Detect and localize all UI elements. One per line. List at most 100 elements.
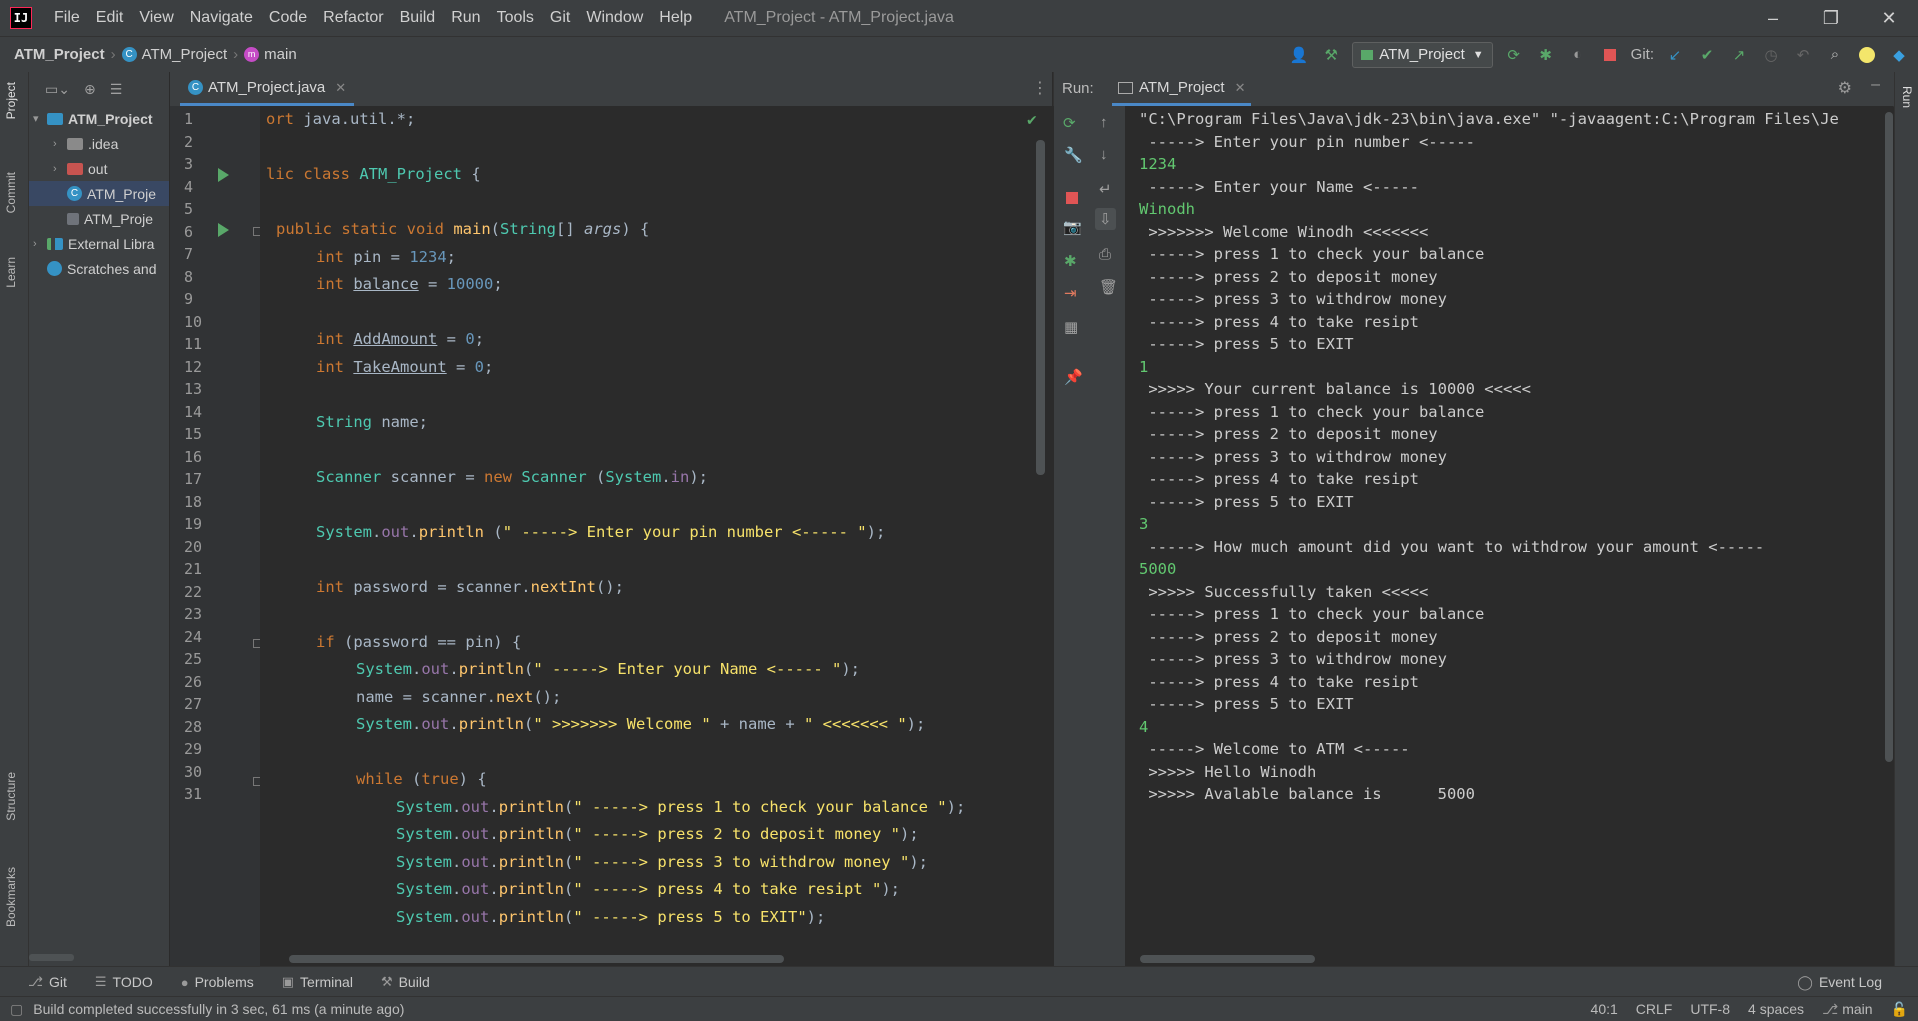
tool-tab-commit[interactable]: Commit <box>4 172 18 213</box>
run-tab[interactable]: ATM_Project ✕ <box>1112 72 1252 106</box>
event-log-button[interactable]: ◯ Event Log <box>1797 967 1882 997</box>
breadcrumb-file[interactable]: ATM_Project <box>142 46 228 63</box>
tree-item[interactable]: › out <box>29 156 169 181</box>
indent-setting[interactable]: 4 spaces <box>1748 1001 1804 1017</box>
tool-button-terminal[interactable]: ▣ Terminal <box>282 974 353 990</box>
code-editor[interactable]: ort java.util.*; lic class ATM_Project {… <box>260 106 1052 966</box>
no-problems-check-icon[interactable]: ✔ <box>1026 112 1038 129</box>
run-gutter-icon[interactable] <box>218 168 229 182</box>
chevron-right-icon[interactable]: › <box>53 163 67 175</box>
stop-icon[interactable] <box>1066 192 1078 204</box>
run-configuration-select[interactable]: ATM_Project ▼ <box>1352 41 1493 68</box>
rerun-icon[interactable]: ⟳ <box>1503 44 1525 66</box>
git-branch-widget[interactable]: ⎇ main <box>1822 1001 1873 1018</box>
restore-button[interactable]: ❐ <box>1802 0 1860 36</box>
scroll-to-end-icon[interactable]: ⇩ <box>1095 208 1116 230</box>
tool-tab-project[interactable]: Project <box>4 82 18 119</box>
debug-bug-icon[interactable]: ✱ <box>1064 252 1077 270</box>
trash-icon[interactable]: 🗑 <box>1099 278 1118 296</box>
git-update-icon[interactable]: ↙ <box>1664 44 1686 66</box>
run-gutter-icon[interactable] <box>218 223 229 237</box>
layout-icon[interactable]: ▦ <box>1064 318 1078 336</box>
search-icon[interactable]: ⌕ <box>1824 44 1846 66</box>
debug-icon[interactable]: ✱ <box>1535 44 1557 66</box>
menu-navigate[interactable]: Navigate <box>182 9 261 27</box>
menu-file[interactable]: File <box>46 9 88 27</box>
editor-tab-bar: C ATM_Project.java ✕ ⋮ <box>170 72 1052 107</box>
editor-vscrollbar[interactable] <box>1036 140 1045 475</box>
tool-tab-learn[interactable]: Learn <box>4 257 18 288</box>
project-hscrollbar[interactable] <box>29 954 74 961</box>
menu-build[interactable]: Build <box>392 9 444 27</box>
stop-icon[interactable] <box>1599 44 1621 66</box>
chevron-down-icon[interactable]: ▾ <box>33 112 47 125</box>
editor-hscrollbar[interactable] <box>289 955 784 963</box>
close-tab-icon[interactable]: ✕ <box>335 80 346 96</box>
git-push-icon[interactable]: ↗ <box>1728 44 1750 66</box>
line-separator[interactable]: CRLF <box>1636 1001 1673 1017</box>
close-window-button[interactable]: ✕ <box>1860 0 1918 36</box>
tool-button-problems[interactable]: ● Problems <box>181 974 254 990</box>
rollback-icon[interactable]: ↶ <box>1792 44 1814 66</box>
wrench-icon[interactable]: 🔧 <box>1064 146 1083 164</box>
tree-item[interactable]: › External Libra <box>29 231 169 256</box>
camera-icon[interactable]: 📷 <box>1063 218 1082 236</box>
status-message[interactable]: Build completed successfully in 3 sec, 6… <box>33 1001 404 1017</box>
more-options-icon[interactable]: ⋮ <box>1032 78 1048 98</box>
console-hscrollbar[interactable] <box>1140 955 1315 963</box>
rerun-icon[interactable]: ⟳ <box>1063 114 1076 132</box>
arrow-up-icon[interactable]: ↑ <box>1100 114 1108 131</box>
tool-tab-bookmarks[interactable]: Bookmarks <box>4 867 18 927</box>
tree-item[interactable]: ATM_Proje <box>29 206 169 231</box>
caret-position[interactable]: 40:1 <box>1591 1001 1618 1017</box>
soft-wrap-icon[interactable]: ↵ <box>1099 180 1112 198</box>
arrow-down-icon[interactable]: ↓ <box>1100 146 1108 163</box>
breadcrumb-method[interactable]: main <box>264 46 297 63</box>
toolbox-icon[interactable]: ◆ <box>1888 44 1910 66</box>
tree-item[interactable]: ▾ ATM_Project <box>29 106 169 131</box>
view-selector-icon[interactable]: ▭⌄ <box>45 81 70 98</box>
settings-gear-icon[interactable]: ⚙ <box>1838 78 1852 98</box>
chevron-right-icon[interactable]: › <box>53 138 67 150</box>
breadcrumb-project[interactable]: ATM_Project <box>14 46 105 63</box>
menu-tools[interactable]: Tools <box>489 9 542 27</box>
minimize-button[interactable]: – <box>1744 0 1802 36</box>
tool-button-build[interactable]: ⚒ Build <box>381 974 430 990</box>
run-toolbar-primary: ⟳ 🔧 📷 ✱ ⇥ ▦ 📌 <box>1053 106 1090 966</box>
tool-button-todo[interactable]: ☰ TODO <box>95 974 153 990</box>
user-icon[interactable]: 👤 <box>1288 44 1310 66</box>
menu-refactor[interactable]: Refactor <box>315 9 391 27</box>
close-tab-icon[interactable]: ✕ <box>1235 80 1246 96</box>
lock-icon[interactable]: 🔓 <box>1891 1001 1908 1018</box>
status-toggle-icon[interactable]: ▢ <box>10 1001 23 1018</box>
tree-item[interactable]: Scratches and <box>29 256 169 281</box>
chevron-right-icon[interactable]: › <box>33 238 47 250</box>
tree-item[interactable]: › .idea <box>29 131 169 156</box>
tool-tab-run[interactable]: Run <box>1900 86 1914 108</box>
history-icon[interactable]: ◷ <box>1760 44 1782 66</box>
build-hammer-icon[interactable]: ⚒ <box>1320 44 1342 66</box>
tree-item[interactable]: C ATM_Proje <box>29 181 169 206</box>
menu-view[interactable]: View <box>131 9 181 27</box>
tool-tab-structure[interactable]: Structure <box>4 772 18 821</box>
console-vscrollbar[interactable] <box>1885 112 1893 762</box>
hide-panel-icon[interactable]: – <box>1871 76 1880 94</box>
menu-git[interactable]: Git <box>542 9 578 27</box>
menu-edit[interactable]: Edit <box>88 9 132 27</box>
coverage-icon[interactable]: ◐ <box>1567 44 1589 66</box>
file-encoding[interactable]: UTF-8 <box>1690 1001 1730 1017</box>
print-icon[interactable]: ⎙ <box>1099 246 1111 263</box>
menu-help[interactable]: Help <box>651 9 700 27</box>
console-output[interactable]: "C:\Program Files\Java\jdk-23\bin\java.e… <box>1125 106 1893 966</box>
tool-button-git[interactable]: ⎇ Git <box>28 974 67 990</box>
menu-run[interactable]: Run <box>443 9 488 27</box>
locate-icon[interactable]: ⊕ <box>84 81 96 98</box>
tab-atm-project-java[interactable]: C ATM_Project.java ✕ <box>180 72 355 106</box>
menu-window[interactable]: Window <box>578 9 651 27</box>
update-bulb-icon[interactable] <box>1856 44 1878 66</box>
collapse-all-icon[interactable]: ☰ <box>110 81 123 98</box>
pin-icon[interactable]: 📌 <box>1064 368 1083 386</box>
menu-code[interactable]: Code <box>261 9 315 27</box>
exit-icon[interactable]: ⇥ <box>1064 284 1077 302</box>
git-commit-icon[interactable]: ✔ <box>1696 44 1718 66</box>
